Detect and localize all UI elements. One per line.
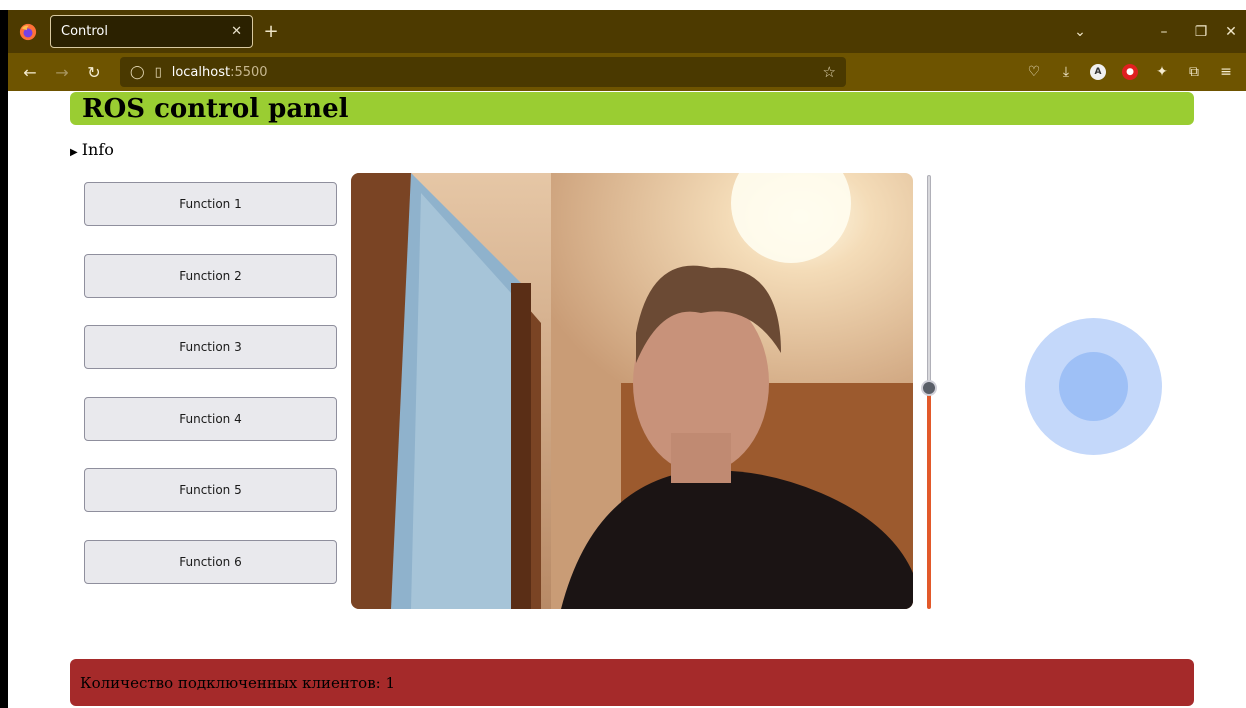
close-window-button[interactable]: ✕	[1216, 24, 1246, 40]
function-5-button[interactable]: Function 5	[84, 468, 337, 512]
star-icon[interactable]: ☆	[823, 63, 836, 81]
tab-title: Control	[61, 24, 108, 39]
arrow-left-icon[interactable]: ←	[14, 63, 46, 82]
slider-track-filled	[927, 389, 931, 609]
function-1-button[interactable]: Function 1	[84, 182, 337, 226]
url-bar[interactable]: ◯ ▯ localhost :5500 ☆	[120, 57, 846, 87]
vertical-slider[interactable]	[920, 173, 938, 611]
function-2-button[interactable]: Function 2	[84, 254, 337, 298]
extension-a-icon[interactable]: A	[1084, 58, 1112, 86]
puzzle-icon[interactable]: ⧉	[1180, 58, 1208, 86]
slider-thumb[interactable]	[921, 380, 937, 396]
chevron-down-icon[interactable]: ⌄	[1058, 24, 1102, 40]
reload-icon[interactable]: ↻	[78, 63, 110, 82]
url-host: localhost	[171, 64, 231, 80]
browser-tab-control[interactable]: Control ✕	[50, 15, 253, 48]
screen-left-edge-lower	[0, 91, 8, 708]
extension-gnome-icon[interactable]: ✦	[1148, 58, 1176, 86]
connected-clients-text: Количество подключенных клиентов: 1	[80, 673, 395, 692]
slider-track-empty	[927, 175, 931, 389]
minimize-button[interactable]: –	[1142, 24, 1186, 40]
pocket-icon[interactable]: ♡	[1020, 58, 1048, 86]
browser-tab-bar: Control ✕ + ⌄ – ❐ ✕	[8, 10, 1246, 53]
screen-left-edge	[0, 10, 8, 91]
new-tab-button[interactable]: +	[253, 21, 289, 42]
info-details-toggle[interactable]: ▶ Info	[70, 140, 114, 159]
page-header: ROS control panel	[70, 92, 1194, 125]
joystick-knob[interactable]	[1059, 352, 1128, 421]
url-port: :5500	[230, 64, 268, 80]
screen-top-edge	[0, 0, 1246, 10]
status-bar: Количество подключенных клиентов: 1	[70, 659, 1194, 706]
firefox-icon[interactable]	[8, 10, 48, 53]
triangle-right-icon: ▶	[70, 147, 78, 158]
shield-icon[interactable]: ◯	[130, 65, 145, 80]
joystick-base[interactable]	[1025, 318, 1162, 455]
page-title: ROS control panel	[82, 93, 349, 124]
hamburger-icon[interactable]: ≡	[1212, 58, 1240, 86]
info-label: Info	[81, 140, 114, 159]
page-icon[interactable]: ▯	[155, 65, 162, 80]
function-6-button[interactable]: Function 6	[84, 540, 337, 584]
camera-stream	[351, 173, 913, 609]
download-icon[interactable]: ⤓	[1052, 58, 1080, 86]
browser-nav-bar: ← → ↻ ◯ ▯ localhost :5500 ☆ ♡ ⤓ A ● ✦ ⧉ …	[8, 53, 1246, 91]
function-4-button[interactable]: Function 4	[84, 397, 337, 441]
arrow-right-icon[interactable]: →	[46, 63, 78, 82]
close-icon[interactable]: ✕	[231, 24, 242, 39]
restore-button[interactable]: ❐	[1186, 24, 1216, 40]
extension-red-icon[interactable]: ●	[1116, 58, 1144, 86]
function-3-button[interactable]: Function 3	[84, 325, 337, 369]
